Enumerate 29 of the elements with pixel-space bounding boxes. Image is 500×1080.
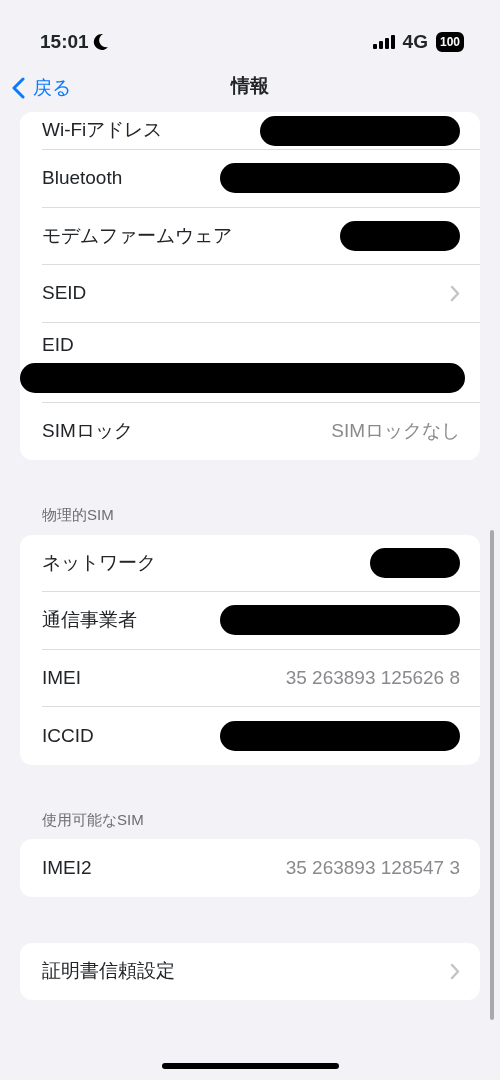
battery-level: 100 <box>435 32 464 52</box>
section-header: 使用可能なSIM <box>41 809 145 830</box>
chevron-icon <box>450 284 460 302</box>
row-label: SIMロック <box>42 419 133 443</box>
page-title: 情報 <box>231 74 269 98</box>
row-value: SIMロックなし <box>331 419 460 443</box>
row-value: 35 263893 128547 3 <box>285 855 460 880</box>
row-label: IMEI <box>42 665 82 690</box>
row-label: 証明書信頼設定 <box>42 959 175 983</box>
row-label: Wi-Fiアドレス <box>42 118 163 143</box>
row-label: ICCID <box>42 723 94 748</box>
chevron-icon <box>450 962 460 980</box>
moon-icon <box>92 33 109 51</box>
network-label: 4G <box>402 29 428 54</box>
settings-row[interactable]: 証明書信頼設定 <box>42 942 480 1000</box>
back-chevron-icon <box>12 77 25 100</box>
row-label: モデムファームウェア <box>42 223 232 248</box>
row-label: EID <box>42 332 74 357</box>
row-label: Bluetooth <box>42 166 123 190</box>
settings-row[interactable]: SEID <box>42 265 480 323</box>
row-value: 35 263893 125626 8 <box>285 665 460 690</box>
row-label: 通信事業者 <box>42 608 137 632</box>
back-button[interactable]: 戻る <box>12 74 71 103</box>
section-header: 物理的SIM <box>41 505 115 525</box>
row-label: SEID <box>42 281 87 305</box>
row-label: ネットワーク <box>42 550 156 575</box>
signal-icon <box>372 35 395 49</box>
row-label: IMEI2 <box>42 855 92 880</box>
clock-time: 15:01 <box>40 29 89 54</box>
